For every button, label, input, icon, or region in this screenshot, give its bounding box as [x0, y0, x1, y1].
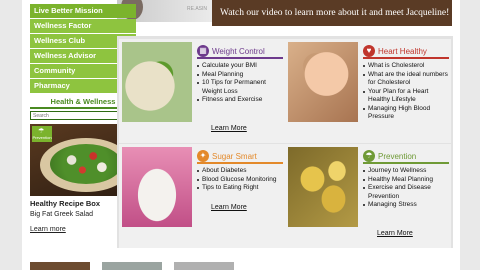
link-exercise-disease-prevention[interactable]: Exercise and Disease Prevention — [363, 184, 449, 201]
learn-more-link[interactable]: Learn More — [377, 230, 413, 237]
umbrella-icon: ☂ — [363, 150, 375, 162]
link-blood-pressure[interactable]: Managing High Blood Pressure — [363, 105, 449, 122]
topic-grid: ▦ Weight Control Calculate your BMI Meal… — [117, 36, 453, 248]
umbrella-icon: ☂ — [38, 128, 45, 135]
nav-wellness-factor[interactable]: Wellness Factor — [30, 19, 136, 33]
learn-more-link[interactable]: Learn More — [211, 125, 247, 132]
tile-header: ▦ Weight Control — [197, 45, 283, 59]
link-journey-wellness[interactable]: Journey to Wellness — [363, 167, 449, 176]
link-fitness-exercise[interactable]: Fitness and Exercise — [197, 96, 283, 105]
tile-prevention: ☂ Prevention Journey to Wellness Healthy… — [285, 144, 451, 248]
link-eating-right[interactable]: Tips to Eating Right — [197, 184, 283, 193]
link-what-is-cholesterol[interactable]: What is Cholesterol — [363, 62, 449, 71]
footer-thumbnail[interactable] — [102, 262, 162, 270]
heart-icon: ♥ — [363, 45, 375, 57]
link-managing-stress[interactable]: Managing Stress — [363, 201, 449, 210]
learn-more-link[interactable]: Learn More — [211, 204, 247, 211]
footer-thumbnail[interactable] — [30, 262, 90, 270]
hero-caption: RE.ASIN — [187, 6, 208, 12]
link-meal-planning[interactable]: Meal Planning — [197, 71, 283, 80]
salad — [50, 144, 122, 184]
tile-title: Sugar Smart — [212, 151, 257, 161]
link-weight-loss-tips[interactable]: 10 Tips for Permanent Weight Loss — [197, 79, 283, 96]
tile-heart-healthy: ♥ Heart Healthy What is Cholesterol What… — [285, 39, 451, 143]
link-about-diabetes[interactable]: About Diabetes — [197, 167, 283, 176]
link-healthy-meal-planning[interactable]: Healthy Meal Planning — [363, 176, 449, 185]
tile-header: ✦ Sugar Smart — [197, 150, 283, 164]
tile-sugar-smart: ✦ Sugar Smart About Diabetes Blood Gluco… — [119, 144, 285, 248]
salad-thumbnail[interactable] — [122, 42, 192, 122]
tile-title: Prevention — [378, 151, 417, 161]
footer-thumbnails — [22, 262, 460, 270]
link-calculate-bmi[interactable]: Calculate your BMI — [197, 62, 283, 71]
face-thumbnail[interactable] — [288, 42, 358, 122]
tile-title: Heart Healthy — [378, 46, 427, 56]
prevention-badge: ☂ Prevention — [32, 126, 52, 142]
scale-icon: ▦ — [197, 45, 209, 57]
runner-icon: ✦ — [197, 150, 209, 162]
tile-weight-control: ▦ Weight Control Calculate your BMI Meal… — [119, 39, 285, 143]
nav-live-better-mission[interactable]: Live Better Mission — [30, 4, 136, 18]
link-cholesterol-numbers[interactable]: What are the ideal numbers for Cholester… — [363, 71, 449, 88]
link-glucose-monitoring[interactable]: Blood Glucose Monitoring — [197, 176, 283, 185]
pills-thumbnail[interactable] — [288, 147, 358, 227]
tile-header: ♥ Heart Healthy — [363, 45, 449, 59]
tile-header: ☂ Prevention — [363, 150, 449, 164]
link-heart-plan[interactable]: Your Plan for a Heart Healthy Lifestyle — [363, 88, 449, 105]
footer-thumbnail[interactable] — [174, 262, 234, 270]
video-banner[interactable]: Watch our video to learn more about it a… — [212, 0, 452, 26]
tile-title: Weight Control — [212, 46, 265, 56]
page: RE.ASIN Watch our video to learn more ab… — [22, 0, 460, 270]
search-input[interactable] — [31, 112, 125, 119]
bowl-thumbnail[interactable] — [122, 147, 192, 227]
